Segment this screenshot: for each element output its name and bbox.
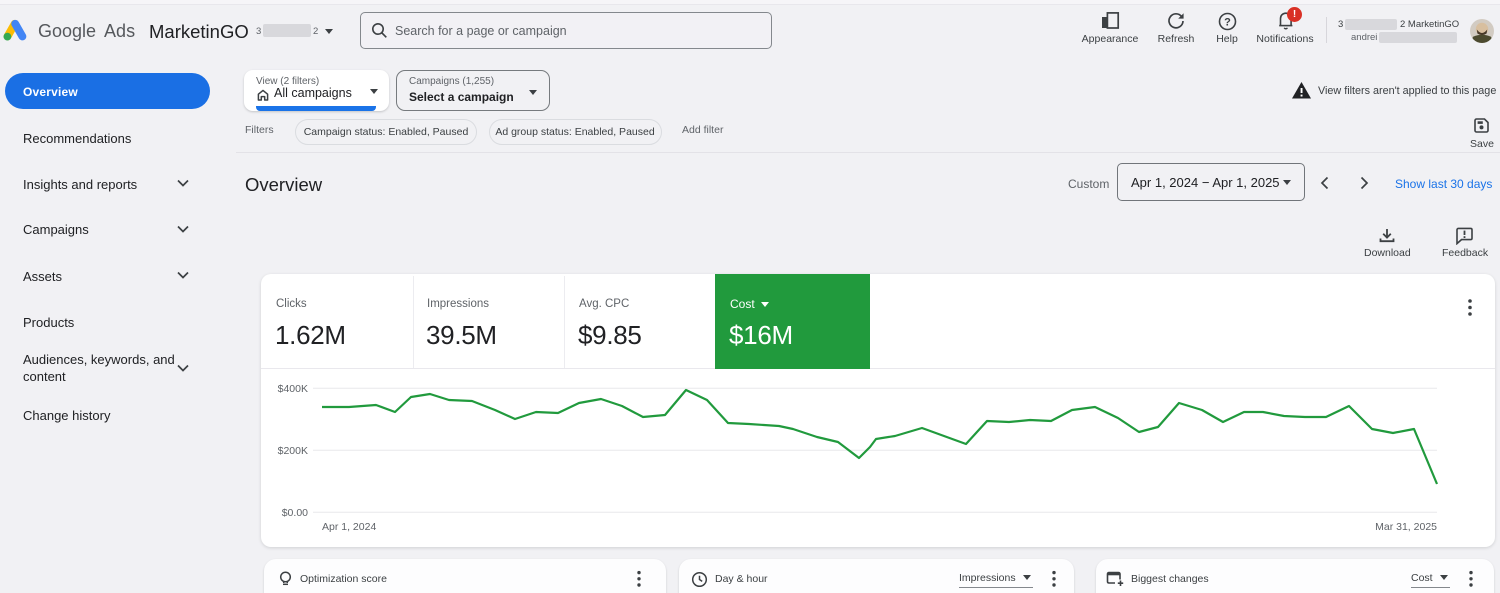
svg-text:?: ?	[1224, 16, 1231, 28]
